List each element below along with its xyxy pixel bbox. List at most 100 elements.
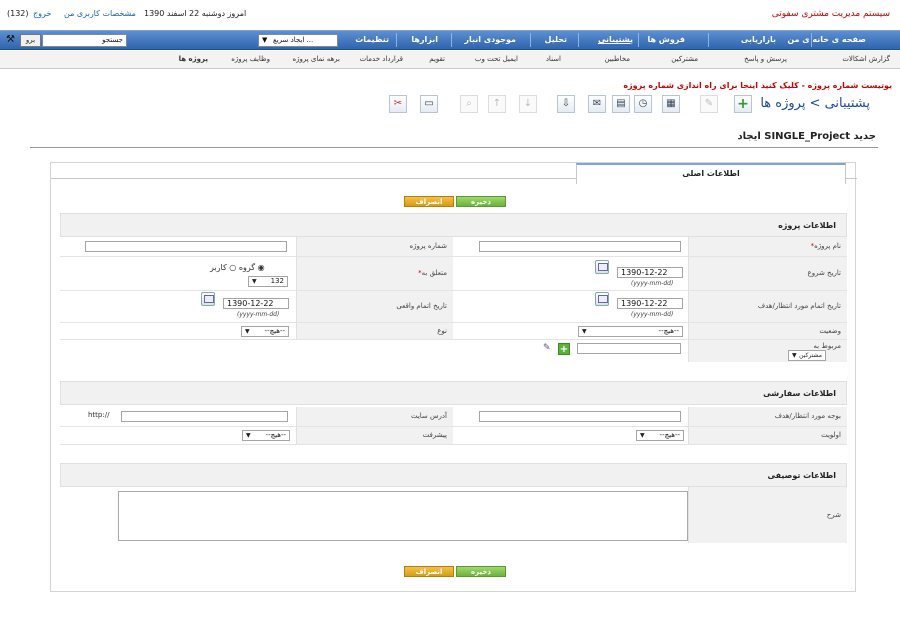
nav-support[interactable]: پشتیبانی [598,31,633,49]
form-row: بوجه مورد انتظار/هدف آدرس سایت http:// [60,407,847,427]
date-format-hint: (yyyy-mm-dd) [631,280,674,287]
progress-select[interactable]: ▼ --هیچ-- [242,430,290,441]
related-to-field[interactable] [577,343,681,354]
chevron-down-icon: ▼ [792,352,797,359]
priority-select[interactable]: ▼ --هیچ-- [636,430,684,441]
clear-related-icon[interactable]: ✎ [543,343,551,353]
form-row: تاریخ اتمام مورد انتظار/هدف 1390-12-22 (… [60,291,847,323]
calculator-icon[interactable]: ▤ [612,95,630,113]
subnav-contacts[interactable]: مخاطبین [604,55,630,63]
section-custom-info: اطلاعات سفارشی [60,381,847,405]
sort-up-icon[interactable]: ↑ [488,95,506,113]
chevron-down-icon: ▼ [252,278,257,285]
target-budget-label: بوجه مورد انتظار/هدف [688,407,847,426]
chevron-down-icon: ▼ [246,432,251,439]
nav-tools[interactable]: ابزارها [411,31,438,49]
subnav-project-milestones[interactable]: برهه نمای پروژه [292,55,340,63]
priority-label: اولویت [688,427,847,444]
add-icon[interactable]: + [734,95,752,113]
actual-end-field[interactable]: 1390-12-22 [223,298,289,309]
search-go-button[interactable]: برو [20,34,41,47]
clock-icon[interactable]: ◷ [634,95,652,113]
subnav-projects[interactable]: پروژه ها [179,55,208,63]
user-radio[interactable]: ◉ [258,263,265,272]
subnav-documents[interactable]: اسناد [546,55,561,63]
logout-link[interactable]: خروج [33,9,51,18]
save-button-top[interactable]: ذخیره [456,196,506,207]
section-project-info: اطلاعات پروژه [60,213,847,237]
page-title: ایجاد SINGLE_Project جدید [737,131,876,142]
my-profile-link[interactable]: مشخصات کاربری من [64,9,136,18]
nav-analysis[interactable]: تحلیل [545,31,567,49]
project-number-notice[interactable]: یوتیست شماره پروژه - کلیک کنید اینجا برا… [623,81,892,90]
description-label: شرح [688,487,847,543]
group-radio[interactable]: ○ [229,263,236,272]
page: سیستم مدیریت مشتری سفوتی امروز دوشنبه 22… [0,0,900,625]
target-budget-field[interactable] [479,411,681,422]
nav-settings[interactable]: تنظیمات [355,31,389,49]
calendar-icon[interactable]: ▦ [662,95,680,113]
chevron-down-icon: ▼ [582,328,587,335]
search-icon[interactable]: ⌕ [460,95,478,113]
current-date: امروز دوشنبه 22 اسفند 1390 [144,9,247,18]
sub-navbar: گزارش اشکالات پرسش و پاسخ مشترکین مخاطبی… [0,51,900,69]
chat-icon[interactable]: ✉ [588,95,606,113]
form-row: *نام پروژه شماره پروژه [60,237,847,257]
nav-inventory[interactable]: موجودی انبار [464,31,516,49]
calendar-picker-icon[interactable] [595,260,609,274]
group-radio-label: گروه [238,263,256,272]
tab-main-info[interactable]: اطلاعات اصلی [576,163,846,184]
website-prefix: http:// [88,411,110,419]
project-number-label: شماره پروژه [296,237,453,256]
main-navbar: صفحه ی خانه ی من بازاریابی فروش ها پشتیب… [0,30,900,50]
project-number-field[interactable] [85,241,287,252]
monitor-icon[interactable]: ▭ [420,95,438,113]
type-select[interactable]: ▼ --هیچ-- [241,326,289,337]
form-row: وضعیت ▼ --هیچ-- نوع ▼ --هیچ-- [60,323,847,340]
edit-icon[interactable]: ✎ [700,95,718,113]
subnav-project-tasks[interactable]: وظایف پروژه [231,55,270,63]
user-radio-label: کاربر [210,263,227,272]
type-label: نوع [296,323,453,339]
assigned-to-label: *متعلق به [296,257,453,290]
subnav-faq[interactable]: پرسش و پاسخ [744,55,787,63]
date-format-hint: (yyyy-mm-dd) [631,311,674,318]
nav-sales[interactable]: فروش ها [647,31,685,49]
status-select[interactable]: ▼ --هیچ-- [578,326,683,337]
project-name-field[interactable] [479,241,681,252]
wrench-icon[interactable]: ⚒ [4,34,17,47]
title-divider [30,147,878,148]
subnav-service-contracts[interactable]: قرارداد خدمات [360,55,403,63]
quick-create-select[interactable]: ▼ ایجاد سریع ... [258,34,338,47]
target-end-field[interactable]: 1390-12-22 [617,298,683,309]
start-date-field[interactable]: 1390-12-22 [617,267,683,278]
chevron-down-icon: ▼ [640,432,645,439]
subnav-accounts[interactable]: مشترکین [671,55,698,63]
add-related-icon[interactable]: + [558,343,570,355]
save-button-bottom[interactable]: ذخیره [456,566,506,577]
assigned-user-select[interactable]: ▼ 132 [248,276,288,287]
cancel-button-top[interactable]: انصراف [404,196,454,207]
website-field[interactable] [121,411,288,422]
count-badge: (132) [7,9,29,18]
calendar-picker-icon[interactable] [201,292,215,306]
subnav-webmail[interactable]: ایمیل تحت وب [475,55,518,63]
nav-home[interactable]: صفحه ی خانه ی من [787,31,866,49]
subnav-bug-reports[interactable]: گزارش اشکالات [842,55,890,63]
cancel-button-bottom[interactable]: انصراف [404,566,454,577]
calendar-picker-icon[interactable] [595,292,609,306]
subnav-calendar[interactable]: تقویم [429,55,445,63]
date-format-hint: (yyyy-mm-dd) [237,311,280,318]
form-row: مربوط به ▼ مشترکین + ✎ [60,340,847,362]
related-type-select[interactable]: ▼ مشترکین [788,350,826,361]
progress-label: پیشرفت [296,427,453,444]
form-row: اولویت ▼ --هیچ-- پیشرفت ▼ --هیچ-- [60,427,847,445]
quick-create-label: ایجاد سریع ... [273,36,314,44]
search-input[interactable]: جستجو [42,34,127,47]
nav-marketing[interactable]: بازاریابی [741,31,776,49]
description-textarea[interactable] [118,491,688,541]
sort-down-icon[interactable]: ↓ [519,95,537,113]
export-icon[interactable]: ⇩ [557,95,575,113]
tools-icon[interactable]: ✂ [389,95,407,113]
chevron-down-icon: ▼ [262,36,268,44]
